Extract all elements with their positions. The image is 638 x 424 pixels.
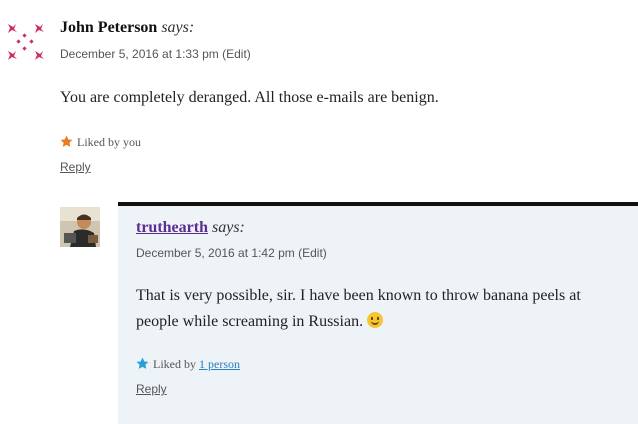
reply-link[interactable]: Reply [60, 160, 91, 174]
reply-like-status: Liked by 1 person [136, 357, 240, 372]
reply-text-line-2-wrap: people while screaming in Russian. [136, 309, 581, 335]
reply-header: truthearth says: [136, 219, 245, 237]
liked-label: Liked by you [77, 135, 141, 149]
avatar-truthearth [60, 207, 100, 247]
liked-by-link[interactable]: 1 person [199, 357, 240, 371]
edit-link[interactable]: (Edit) [222, 47, 251, 61]
star-icon [136, 357, 149, 369]
reply-reply-link[interactable]: Reply [136, 382, 167, 396]
reply-text-line-1: That is very possible, sir. I have been … [136, 287, 581, 304]
like-status[interactable]: Liked by you [60, 135, 141, 150]
reply-meta: December 5, 2016 at 1:42 pm (Edit) [136, 246, 327, 260]
reply-date-link[interactable]: December 5, 2016 at 1:42 pm [136, 246, 295, 260]
reply-text-line-2: people while screaming in Russian. [136, 313, 364, 330]
reply-edit-link[interactable]: (Edit) [298, 246, 327, 260]
comment-header: John Peterson says: [60, 19, 194, 37]
smiley-emoji-icon [367, 312, 384, 328]
avatar-john-peterson [6, 22, 46, 62]
reply-author[interactable]: truthearth [136, 219, 208, 236]
reply-text: That is very possible, sir. I have been … [136, 283, 581, 335]
comment-meta: December 5, 2016 at 1:33 pm (Edit) [60, 47, 251, 61]
comment-date-link[interactable]: December 5, 2016 at 1:33 pm [60, 47, 219, 61]
reply-liked-label: Liked by [153, 357, 196, 371]
reply-says-label: says: [211, 219, 245, 236]
comment-text: You are completely deranged. All those e… [60, 89, 439, 106]
star-icon [60, 135, 73, 147]
comment-author[interactable]: John Peterson [60, 19, 157, 36]
says-label: says: [161, 19, 195, 36]
